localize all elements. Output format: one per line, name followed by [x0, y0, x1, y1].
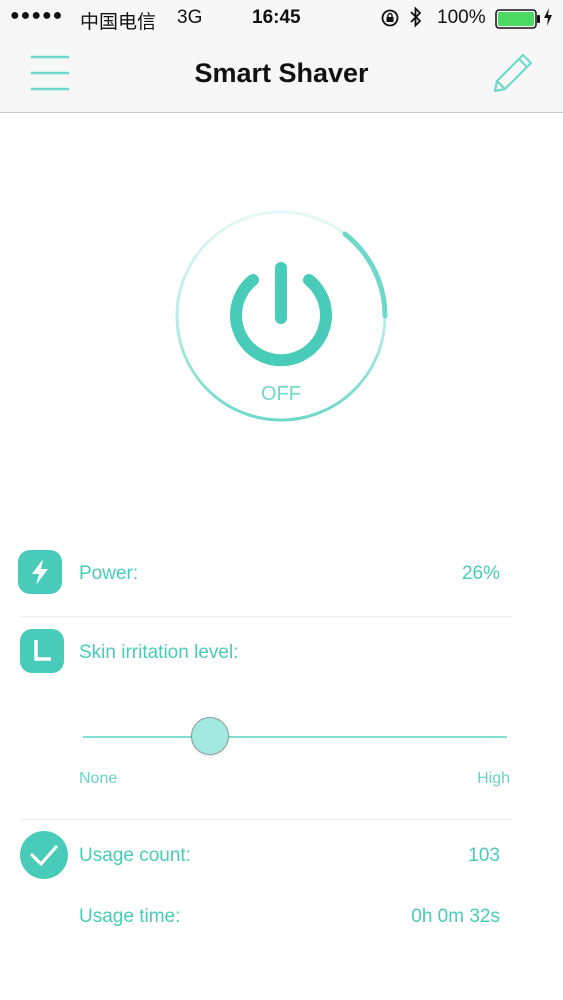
status-time: 16:45: [252, 7, 301, 28]
carrier-name: 中国电信: [80, 12, 157, 33]
power-label: Power:: [79, 563, 139, 584]
pencil-icon: [493, 53, 533, 93]
edit-button[interactable]: [490, 50, 536, 96]
slider-min-label: None: [79, 770, 118, 787]
usage-time-label: Usage time:: [79, 906, 181, 927]
charging-icon: [542, 7, 554, 33]
usage-count-value: 103: [468, 845, 500, 866]
checkmark-icon: [20, 831, 68, 879]
status-bar: ●●●●● 中国电信 3G 16:45 100%: [0, 0, 563, 36]
skin-irritation-slider[interactable]: [83, 736, 507, 738]
orientation-lock-icon: [380, 8, 400, 34]
usage-time-value: 0h 0m 32s: [411, 906, 500, 927]
menu-button[interactable]: [28, 54, 72, 94]
page-title: Smart Shaver: [194, 58, 369, 88]
battery-percent: 100%: [437, 7, 486, 28]
usage-count-label: Usage count:: [79, 845, 191, 866]
slider-thumb[interactable]: [191, 717, 230, 755]
divider: [20, 819, 512, 820]
power-value: 26%: [461, 563, 500, 584]
signal-strength: ●●●●●: [10, 7, 64, 24]
skin-irritation-label: Skin irritation level:: [79, 642, 239, 663]
menu-icon: [31, 55, 69, 91]
bluetooth-icon: [408, 6, 424, 34]
power-icon: [230, 262, 332, 367]
network-type: 3G: [177, 7, 203, 28]
lightning-icon: [18, 550, 62, 594]
power-state-label: OFF: [261, 383, 301, 405]
navigation-bar: Smart Shaver: [0, 36, 563, 113]
l-shape-icon: [20, 629, 64, 673]
slider-max-label: High: [477, 770, 510, 787]
divider: [20, 616, 512, 617]
battery-icon: [495, 9, 541, 35]
